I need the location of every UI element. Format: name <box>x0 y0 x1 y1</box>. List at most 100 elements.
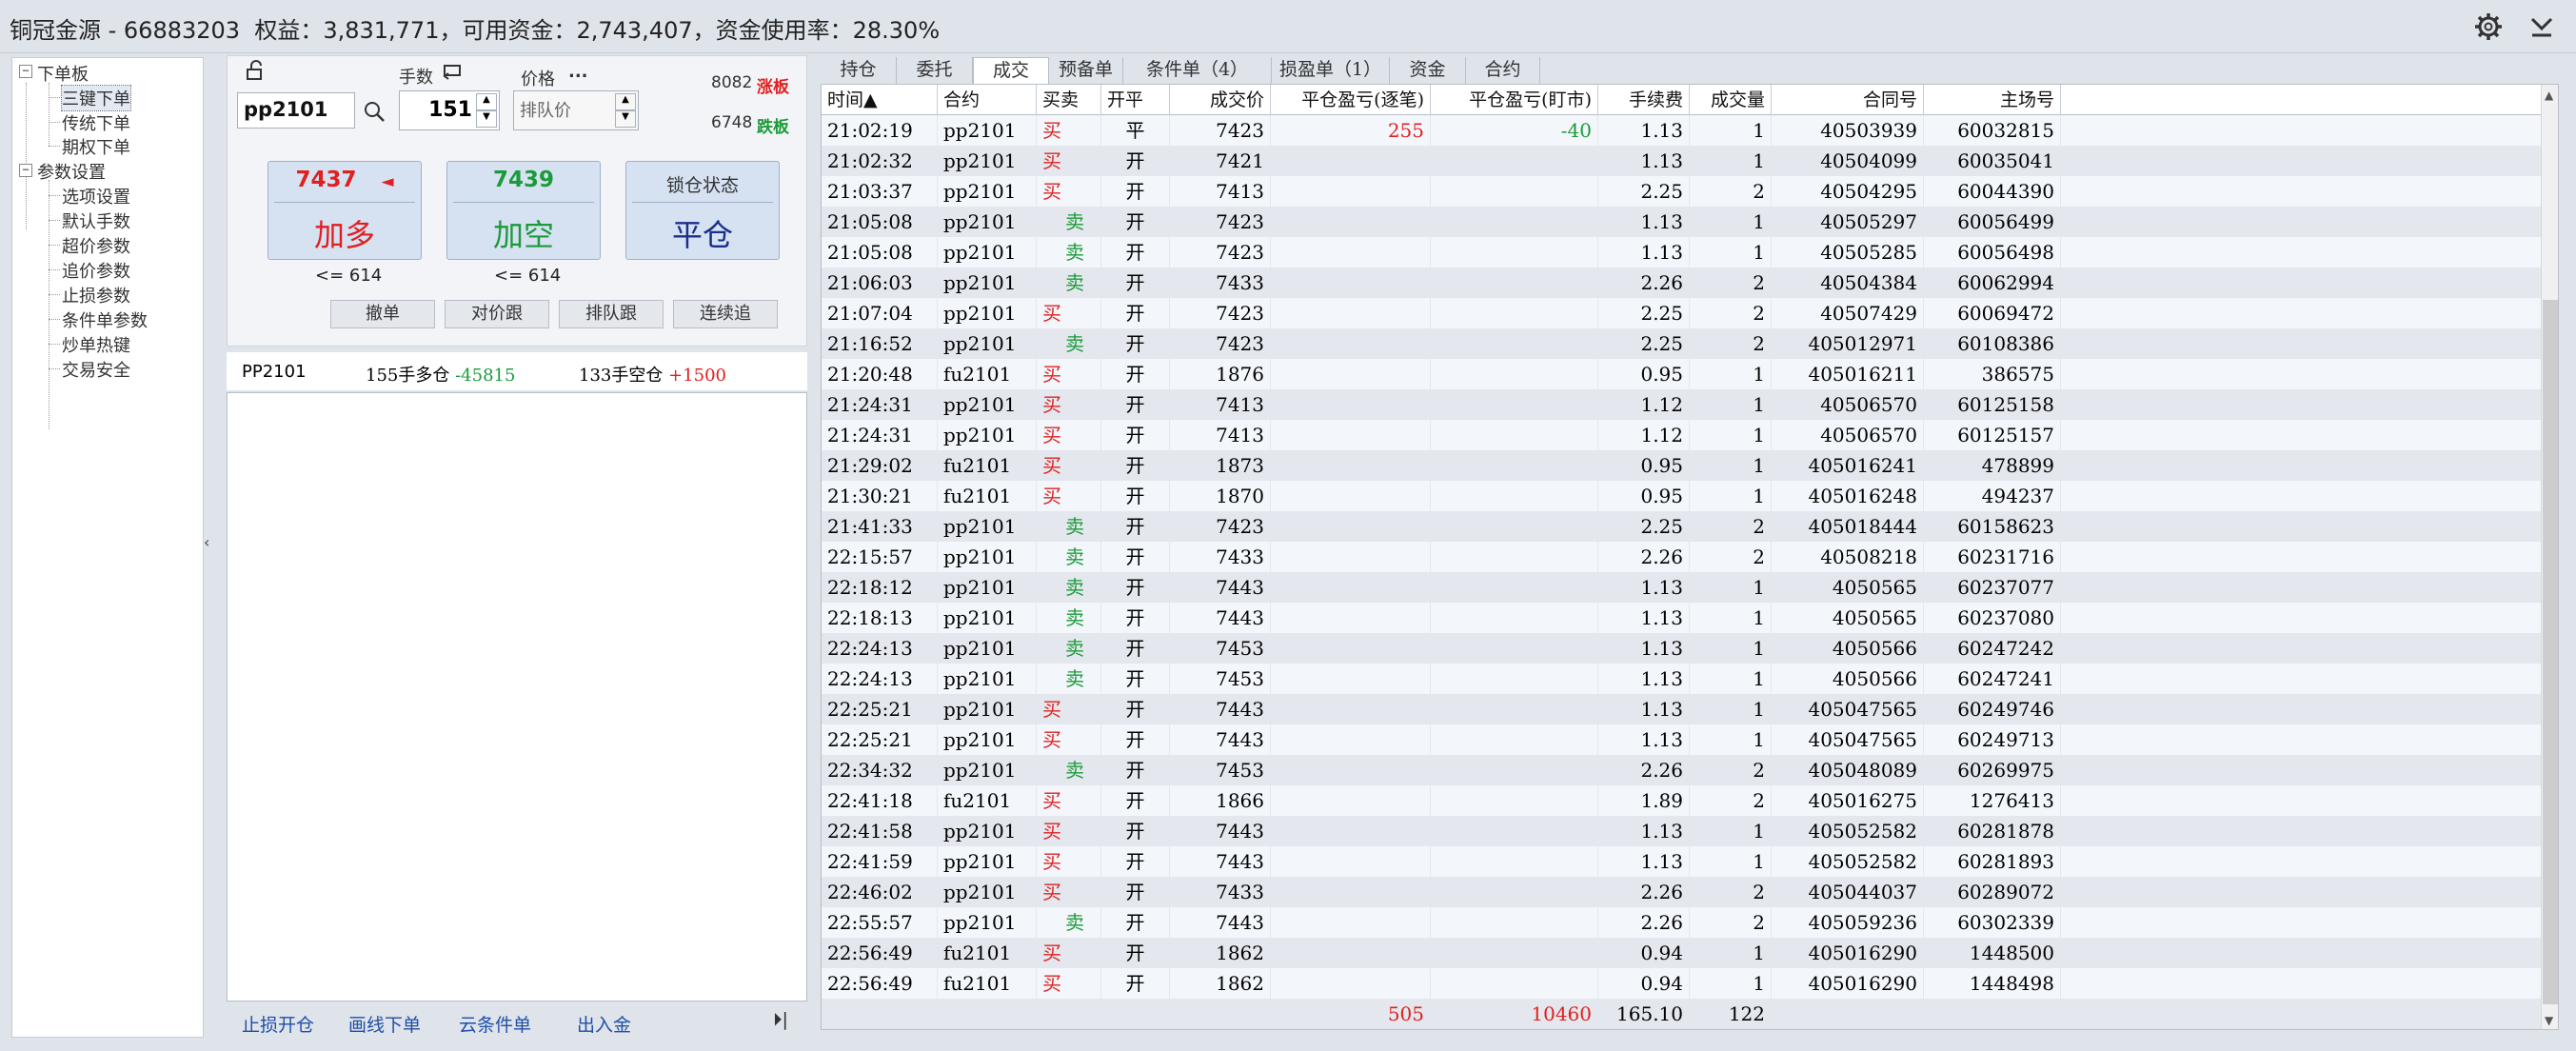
tree-item-overprice[interactable]: 超价参数 <box>62 233 130 258</box>
table-row[interactable]: 22:56:49 fu2101 买开 1862 0.94 1 405016290 144849… <box>822 968 2541 999</box>
lock-icon[interactable] <box>245 60 266 81</box>
collapse-left-icon[interactable]: ‹ <box>204 533 223 552</box>
table-row[interactable]: 22:41:18 fu2101 买开 1866 1.89 2 405016275 127641… <box>822 785 2541 816</box>
collapse-toggle-icon[interactable]: − <box>19 164 32 177</box>
table-row[interactable]: 22:24:13 pp2101 卖开 7453 1.13 1 4050566 60247241 <box>822 664 2541 694</box>
expand-icon[interactable]: ⏵| <box>773 1009 788 1030</box>
tree-group-order-panel[interactable]: 下单板 <box>37 61 89 86</box>
tab-trades[interactable]: 成交 <box>973 57 1049 86</box>
tree-item-hotkeys[interactable]: 炒单热键 <box>62 332 130 357</box>
table-row[interactable]: 22:24:13 pp2101 卖开 7453 1.13 1 4050566 60247242 <box>822 633 2541 664</box>
col-contract-no-header[interactable]: 合同号 <box>1772 85 1924 115</box>
tab-prepared[interactable]: 预备单 <box>1049 57 1123 84</box>
buy-open-label: 加多 <box>313 217 375 253</box>
table-row[interactable]: 22:18:12 pp2101 卖开 7443 1.13 1 4050565 60237077 <box>822 572 2541 603</box>
tab-positions[interactable]: 持仓 <box>821 57 897 84</box>
col-price-cell <box>1170 999 1271 1029</box>
tree-item-chase[interactable]: 追价参数 <box>62 258 130 283</box>
table-row[interactable]: 21:16:52 pp2101 卖开 7423 2.25 2 405012971 601083… <box>822 328 2541 359</box>
contract-input[interactable]: pp2101 <box>237 92 355 129</box>
scroll-down-icon[interactable]: ▼ <box>2545 1014 2553 1027</box>
buy-open-button[interactable]: 7437 ◄ 加多 <box>268 161 422 260</box>
table-row[interactable]: 22:15:57 pp2101 卖开 7433 2.26 2 40508218 6023171… <box>822 542 2541 572</box>
tree-item-three-key-order[interactable]: 三键下单 <box>61 85 131 111</box>
table-row[interactable]: 22:56:49 fu2101 买开 1862 0.94 1 405016290 144850… <box>822 938 2541 968</box>
spin-down-icon[interactable]: ▼ <box>615 110 636 128</box>
table-row[interactable]: 21:02:32 pp2101 买开 7421 1.13 1 40504099 6003504… <box>822 146 2541 176</box>
col-openclose-header[interactable]: 开平 <box>1101 85 1170 115</box>
tab-conditional[interactable]: 条件单（4） <box>1123 57 1272 84</box>
close-button[interactable]: 锁仓状态 平仓 <box>625 161 780 260</box>
col-volume-header[interactable]: 成交量 <box>1690 85 1772 115</box>
col-pnl-mark-header[interactable]: 平仓盈亏(盯市) <box>1431 85 1598 115</box>
tree-item-option-order[interactable]: 期权下单 <box>62 134 130 159</box>
table-row[interactable]: 21:20:48 fu2101 买开 1876 0.95 1 405016211 386575 <box>822 359 2541 389</box>
spin-up-icon[interactable]: ▲ <box>476 93 497 110</box>
table-row[interactable]: 21:05:08 pp2101 卖开 7423 1.13 1 40505285 6005649… <box>822 237 2541 268</box>
cancel-order-button[interactable]: 撤单 <box>330 300 435 328</box>
col-side-header[interactable]: 买卖 <box>1037 85 1101 115</box>
tree-item-traditional-order[interactable]: 传统下单 <box>62 110 130 135</box>
table-row[interactable]: 21:29:02 fu2101 买开 1873 0.95 1 405016241 478899 <box>822 450 2541 481</box>
follow-queue-button[interactable]: 排队跟 <box>559 300 664 328</box>
tab-contracts[interactable]: 合约 <box>1466 57 1540 84</box>
table-row[interactable]: 22:46:02 pp2101 买开 7433 2.26 2 405044037 602890… <box>822 877 2541 907</box>
table-row[interactable]: 21:41:33 pp2101 卖开 7423 2.25 2 405018444 601586… <box>822 511 2541 542</box>
gear-icon[interactable] <box>2473 11 2504 42</box>
table-row[interactable]: 21:24:31 pp2101 买开 7413 1.12 1 40506570 6012515… <box>822 420 2541 450</box>
table-row[interactable]: 21:24:31 pp2101 买开 7413 1.12 1 40506570 6012515… <box>822 389 2541 420</box>
table-row[interactable]: 22:41:59 pp2101 买开 7443 1.13 1 405052582 602818… <box>822 846 2541 877</box>
col-pnl-mark-cell <box>1431 603 1598 633</box>
table-row[interactable]: 21:03:37 pp2101 买开 7413 2.25 2 40504295 6004439… <box>822 176 2541 207</box>
scroll-up-icon[interactable]: ▲ <box>2545 89 2553 102</box>
table-row[interactable]: 21:30:21 fu2101 买开 1870 0.95 1 405016248 494237 <box>822 481 2541 511</box>
line-order-link[interactable]: 画线下单 <box>348 1011 421 1037</box>
col-fee-header[interactable]: 手续费 <box>1598 85 1690 115</box>
sell-open-button[interactable]: 7439 加空 <box>446 161 601 260</box>
table-row[interactable]: 21:02:19 pp2101 买平 7423 255 -40 1.13 1 40503939 6… <box>822 115 2541 146</box>
price-more[interactable]: ... <box>568 62 588 82</box>
table-row[interactable]: 21:05:08 pp2101 卖开 7423 1.13 1 40505297 6005649… <box>822 207 2541 237</box>
col-contract-header[interactable]: 合约 <box>938 85 1037 115</box>
table-row[interactable]: 21:07:04 pp2101 买开 7423 2.25 2 40507429 6006947… <box>822 298 2541 328</box>
tree-item-conditional[interactable]: 条件单参数 <box>62 307 148 332</box>
collapse-toggle-icon[interactable]: − <box>19 65 32 78</box>
table-row[interactable]: 22:55:57 pp2101 卖开 7443 2.26 2 405059236 603023… <box>822 907 2541 938</box>
tree-item-default-lots[interactable]: 默认手数 <box>62 208 130 233</box>
tree-item-options[interactable]: 选项设置 <box>62 184 130 208</box>
tab-orders[interactable]: 委托 <box>897 57 973 84</box>
tree-item-security[interactable]: 交易安全 <box>62 357 130 382</box>
table-row[interactable]: 22:25:21 pp2101 买开 7443 1.13 1 405047565 602497… <box>822 724 2541 755</box>
scrollbar-thumb[interactable] <box>2543 300 2558 1004</box>
tree-item-stop-loss[interactable]: 止损参数 <box>62 283 130 307</box>
table-row[interactable]: 22:34:32 pp2101 卖开 7453 2.26 2 405048089 602699… <box>822 755 2541 785</box>
col-pnl-trade-header[interactable]: 平仓盈亏(逐笔) <box>1271 85 1431 115</box>
tab-funds[interactable]: 资金 <box>1390 57 1466 84</box>
tree-group-parameters[interactable]: 参数设置 <box>37 159 106 184</box>
table-row[interactable]: 21:06:03 pp2101 卖开 7433 2.26 2 40504384 6006299… <box>822 268 2541 298</box>
spin-down-icon[interactable]: ▼ <box>476 110 497 128</box>
col-exchange-no-header[interactable]: 主场号 <box>1924 85 2061 115</box>
stop-loss-open-link[interactable]: 止损开仓 <box>242 1011 314 1037</box>
table-row[interactable]: 22:25:21 pp2101 买开 7443 1.13 1 405047565 602497… <box>822 694 2541 724</box>
vertical-scrollbar[interactable]: ▲ ▼ <box>2541 85 2558 1029</box>
col-price-header[interactable]: 成交价 <box>1170 85 1271 115</box>
deposit-withdraw-link[interactable]: 出入金 <box>577 1011 631 1037</box>
col-pnl-mark-cell <box>1431 207 1598 237</box>
price-type-select[interactable]: 排队价 ▲ ▼ <box>513 90 639 130</box>
switch-icon[interactable] <box>443 64 464 83</box>
col-fee-cell: 2.26 <box>1598 877 1690 907</box>
search-icon[interactable] <box>363 100 386 123</box>
continuous-chase-button[interactable]: 连续追 <box>673 300 778 328</box>
col-openclose-cell: 平 <box>1101 115 1170 146</box>
follow-counter-button[interactable]: 对价跟 <box>445 300 549 328</box>
tab-stoploss[interactable]: 损盈单（1） <box>1272 57 1390 84</box>
spin-up-icon[interactable]: ▲ <box>615 93 636 110</box>
lots-input[interactable]: 151 ▲ ▼ <box>399 90 500 130</box>
table-row[interactable]: 22:41:58 pp2101 买开 7443 1.13 1 405052582 602818… <box>822 816 2541 846</box>
cloud-condition-link[interactable]: 云条件单 <box>459 1011 531 1037</box>
col-time-header[interactable]: 时间▲ <box>822 85 938 115</box>
col-time-cell: 22:34:32 <box>822 755 938 785</box>
collapse-icon[interactable] <box>2526 11 2557 42</box>
table-row[interactable]: 22:18:13 pp2101 卖开 7443 1.13 1 4050565 60237080 <box>822 603 2541 633</box>
